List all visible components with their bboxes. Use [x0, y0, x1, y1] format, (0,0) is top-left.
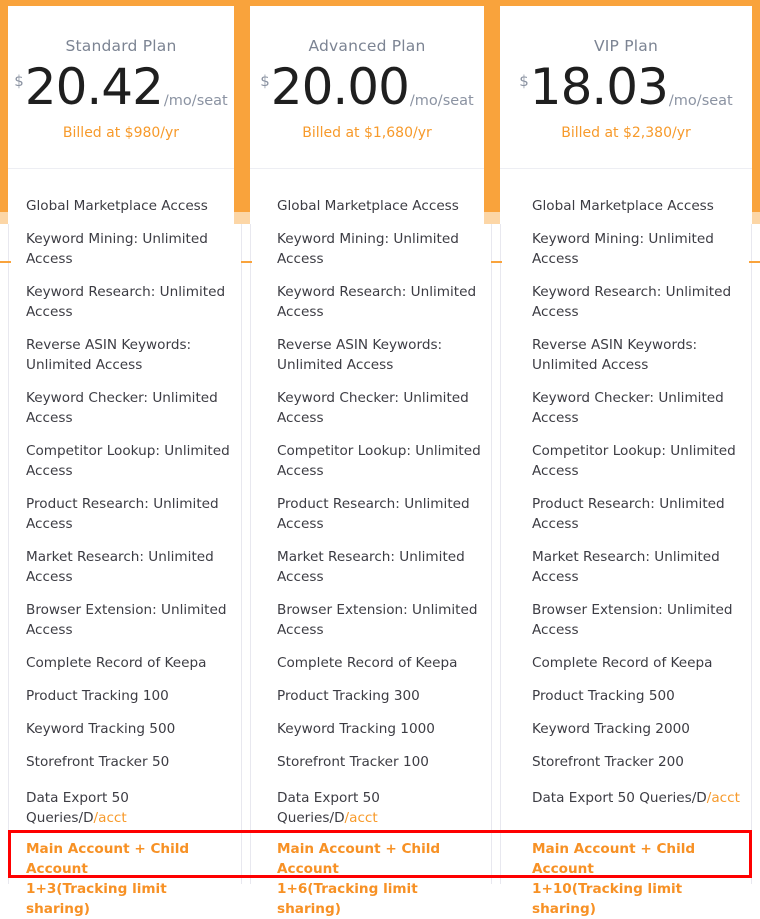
column-rule-4: [500, 224, 501, 884]
column-rule-left: [8, 224, 9, 884]
child-account-line1: Main Account + Child Account: [277, 841, 441, 877]
feature-item: Product Tracking 100: [26, 688, 169, 704]
feature-item-data-export: Data Export 50 Queries/D/acct: [277, 788, 483, 828]
feature-item: Reverse ASIN Keywords: Unlimited Access: [26, 337, 192, 373]
column-rule-3: [491, 224, 492, 884]
pricing-table: Standard Plan $ 20.42 /mo/seat Billed at…: [0, 0, 760, 917]
plan-price-advanced: $ 20.00 /mo/seat: [250, 62, 484, 112]
price-unit: /mo/seat: [409, 92, 474, 109]
child-account-standard: Main Account + Child Account 1+3(Trackin…: [26, 839, 232, 919]
feature-item: Market Research: Unlimited Access: [26, 549, 214, 585]
feature-item: Keyword Research: Unlimited Access: [26, 284, 226, 320]
plan-title-standard: Standard Plan: [65, 37, 177, 55]
data-export-acct-suffix: /acct: [344, 810, 378, 826]
feature-item-data-export: Data Export 50 Queries/D/acct: [532, 788, 744, 808]
feature-item: Product Research: Unlimited Access: [532, 496, 725, 532]
feature-item: Keyword Checker: Unlimited Access: [26, 390, 218, 426]
data-export-label: Data Export 50 Queries/D: [532, 790, 707, 806]
feature-item: Keyword Tracking 1000: [277, 721, 435, 737]
child-account-advanced: Main Account + Child Account 1+6(Trackin…: [277, 839, 483, 919]
feature-item: Browser Extension: Unlimited Access: [532, 602, 733, 638]
feature-item: Competitor Lookup: Unlimited Access: [532, 443, 736, 479]
child-account-line2: 1+6(Tracking limit sharing): [277, 881, 418, 917]
column-rule-1: [241, 224, 242, 884]
billed-note-advanced: Billed at $1,680/yr: [302, 125, 432, 141]
feature-item: Keyword Mining: Unlimited Access: [26, 231, 208, 267]
plan-price-vip: $ 18.03 /mo/seat: [500, 62, 752, 112]
feature-item: Global Marketplace Access: [277, 198, 459, 214]
feature-item: Browser Extension: Unlimited Access: [26, 602, 227, 638]
child-account-vip: Main Account + Child Account 1+10(Tracki…: [532, 839, 744, 919]
gutter-tick-1: [241, 261, 252, 263]
feature-list-advanced: Global Marketplace Access Keyword Mining:…: [277, 196, 483, 841]
gutter-tick-3: [749, 261, 760, 263]
feature-item: Product Tracking 500: [532, 688, 675, 704]
feature-item: Storefront Tracker 50: [26, 754, 170, 770]
feature-item: Storefront Tracker 100: [277, 754, 429, 770]
price-amount: 20.42: [24, 58, 164, 116]
band-edge-right: [752, 224, 760, 234]
child-account-line1: Main Account + Child Account: [26, 841, 190, 877]
feature-item: Keyword Research: Unlimited Access: [277, 284, 477, 320]
feature-item: Global Marketplace Access: [26, 198, 208, 214]
data-export-acct-suffix: /acct: [706, 790, 740, 806]
feature-list-vip: Global Marketplace Access Keyword Mining:…: [532, 196, 744, 821]
currency-symbol: $: [260, 72, 270, 90]
feature-item: Market Research: Unlimited Access: [277, 549, 465, 585]
feature-item: Keyword Mining: Unlimited Access: [532, 231, 714, 267]
plan-header-advanced: Advanced Plan $ 20.00 /mo/seat Billed at…: [250, 6, 484, 169]
gutter-tick-0: [0, 261, 11, 263]
feature-item: Keyword Checker: Unlimited Access: [277, 390, 469, 426]
currency-symbol: $: [519, 72, 529, 90]
feature-item: Storefront Tracker 200: [532, 754, 684, 770]
child-account-line1: Main Account + Child Account: [532, 841, 696, 877]
child-account-line2: 1+10(Tracking limit sharing): [532, 881, 683, 917]
feature-item: Keyword Mining: Unlimited Access: [277, 231, 459, 267]
currency-symbol: $: [14, 72, 24, 90]
price-unit: /mo/seat: [163, 92, 228, 109]
feature-item: Product Research: Unlimited Access: [277, 496, 470, 532]
plan-header-vip: VIP Plan $ 18.03 /mo/seat Billed at $2,3…: [500, 6, 752, 169]
price-amount: 20.00: [270, 58, 410, 116]
feature-item: Reverse ASIN Keywords: Unlimited Access: [532, 337, 698, 373]
billed-note-standard: Billed at $980/yr: [62, 125, 180, 141]
feature-item: Product Research: Unlimited Access: [26, 496, 219, 532]
feature-item: Keyword Tracking 500: [26, 721, 176, 737]
column-rule-2: [250, 224, 251, 884]
data-export-acct-suffix: /acct: [93, 810, 127, 826]
feature-item: Keyword Research: Unlimited Access: [532, 284, 732, 320]
feature-item: Keyword Tracking 2000: [532, 721, 690, 737]
plan-title-vip: VIP Plan: [593, 37, 659, 55]
plan-header-standard: Standard Plan $ 20.42 /mo/seat Billed at…: [8, 6, 234, 169]
feature-item-data-export: Data Export 50 Queries/D/acct: [26, 788, 232, 828]
feature-item: Market Research: Unlimited Access: [532, 549, 720, 585]
price-amount: 18.03: [529, 58, 669, 116]
plan-price-standard: $ 20.42 /mo/seat: [8, 62, 234, 112]
column-rule-right: [751, 224, 752, 884]
price-unit: /mo/seat: [668, 92, 733, 109]
gutter-tick-2: [491, 261, 502, 263]
billed-note-vip: Billed at $2,380/yr: [561, 125, 691, 141]
feature-list-standard: Global Marketplace Access Keyword Mining:…: [26, 196, 232, 841]
feature-item: Complete Record of Keepa: [26, 655, 207, 671]
feature-item: Browser Extension: Unlimited Access: [277, 602, 478, 638]
child-account-line2: 1+3(Tracking limit sharing): [26, 881, 167, 917]
feature-item: Keyword Checker: Unlimited Access: [532, 390, 724, 426]
feature-item: Competitor Lookup: Unlimited Access: [26, 443, 230, 479]
feature-item: Complete Record of Keepa: [532, 655, 713, 671]
feature-item: Reverse ASIN Keywords: Unlimited Access: [277, 337, 443, 373]
plan-title-advanced: Advanced Plan: [308, 37, 426, 55]
feature-item: Complete Record of Keepa: [277, 655, 458, 671]
feature-item: Global Marketplace Access: [532, 198, 714, 214]
feature-item: Competitor Lookup: Unlimited Access: [277, 443, 481, 479]
feature-item: Product Tracking 300: [277, 688, 420, 704]
